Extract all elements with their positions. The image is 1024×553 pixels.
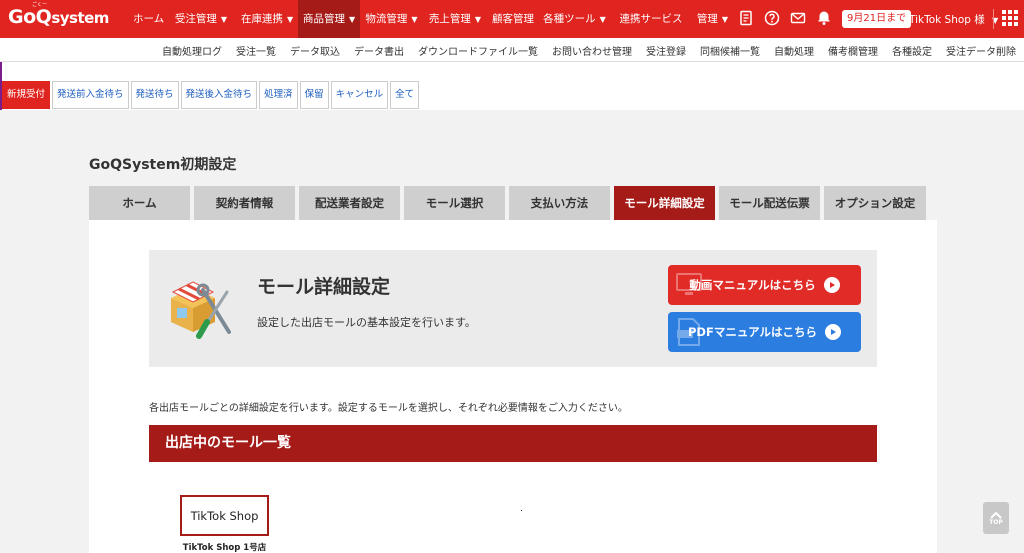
hero-panel: モール詳細設定 設定した出店モールの基本設定を行います。 動画マニュアルはこちら…	[149, 250, 877, 367]
chevron-up-icon	[990, 511, 1002, 519]
status-tab[interactable]: 全て	[390, 81, 420, 109]
status-tab[interactable]: 発送待ち	[130, 81, 179, 109]
mall-card-tiktok[interactable]: TikTok Shop	[180, 495, 269, 536]
sub-nav-item[interactable]: データ書出	[354, 43, 404, 58]
trial-date-badge: 9月21日まで	[842, 10, 912, 28]
settings-tab[interactable]: 支払い方法	[509, 186, 610, 220]
main-nav: ホーム 受注管理 ▼ 在庫連携 ▼ 商品管理 ▼ 物流管理 ▼ 売上管理 ▼ 顧客管理 各種ツール ▼ 連携…	[128, 0, 734, 38]
account-menu[interactable]: TikTok Shop 様 ▼	[909, 12, 998, 27]
sub-nav-item[interactable]: 受注一覧	[236, 43, 276, 58]
page-title: GoQSystem初期設定	[89, 157, 237, 173]
chevron-down-icon: ▼	[287, 15, 294, 24]
pdf-manual-button[interactable]: PDFマニュアルはこちら	[668, 312, 861, 352]
sub-nav-item[interactable]: 同梱候補一覧	[700, 43, 760, 58]
video-manual-button[interactable]: 動画マニュアルはこちら	[668, 265, 861, 305]
chevron-down-icon: ▼	[599, 15, 606, 24]
sub-nav-item[interactable]: データ取込	[290, 43, 340, 58]
sub-nav-item[interactable]: 自動処理	[774, 43, 814, 58]
settings-tab[interactable]: モール詳細設定	[614, 186, 715, 220]
settings-tab[interactable]: 配送業者設定	[299, 186, 400, 220]
account-name: TikTok Shop 様	[909, 14, 985, 26]
logo-text: GoQ	[8, 6, 52, 28]
hero-title: モール詳細設定	[257, 276, 391, 298]
settings-tab[interactable]: モール配送伝票	[719, 186, 820, 220]
status-tab[interactable]: 発送後入金待ち	[180, 81, 258, 109]
nav-item[interactable]: 物流管理 ▼	[360, 0, 423, 38]
settings-tab[interactable]: モール選択	[404, 186, 505, 220]
sub-nav: 自動処理ログ 受注一覧 データ取込 データ書出 ダウンロードファイル一覧 お問い合わせ管理…	[0, 38, 1024, 62]
sub-nav-list: 自動処理ログ 受注一覧 データ取込 データ書出 ダウンロードファイル一覧 お問い合わせ管理…	[162, 43, 1016, 58]
nav-item[interactable]: 在庫連携 ▼	[236, 0, 298, 38]
mail-icon[interactable]	[790, 10, 806, 26]
nav-item-label: 物流管理	[365, 13, 408, 25]
sub-nav-item[interactable]: 受注登録	[646, 43, 686, 58]
top-icons	[738, 10, 832, 26]
scroll-top-button[interactable]: TOP	[983, 502, 1009, 534]
sub-nav-item[interactable]: ダウンロードファイル一覧	[418, 43, 538, 58]
scroll-top-label: TOP	[989, 518, 1003, 526]
chevron-down-icon: ▼	[411, 15, 418, 24]
status-tab[interactable]: 発送前入金待ち	[52, 81, 129, 109]
sub-nav-item[interactable]: お問い合わせ管理	[552, 43, 632, 58]
play-icon	[823, 277, 840, 293]
nav-item-label: 売上管理	[428, 13, 471, 25]
status-tab[interactable]: 保留	[299, 81, 329, 109]
receipt-icon[interactable]	[738, 10, 754, 26]
settings-tab[interactable]: オプション設定	[824, 186, 926, 220]
chevron-down-icon: ▼	[474, 15, 482, 24]
video-manual-label: 動画マニュアルはこちら	[689, 278, 816, 292]
nav-item-label: ホーム	[133, 13, 165, 25]
monitor-icon	[676, 273, 702, 295]
nav-item[interactable]: 連携サービス	[611, 0, 691, 38]
status-tab[interactable]: 処理済	[259, 81, 298, 109]
settings-tab[interactable]: 契約者情報	[194, 186, 295, 220]
sub-nav-item[interactable]: 受注データ削除	[946, 43, 1016, 58]
help-icon[interactable]	[764, 10, 780, 26]
nav-item[interactable]: 管理 ▼	[691, 0, 734, 38]
status-tab[interactable]: キャンセル	[330, 81, 389, 109]
play-icon	[824, 324, 841, 340]
nav-item-label: 管理	[696, 13, 718, 25]
nav-item[interactable]: 顧客管理	[487, 0, 538, 38]
apps-grid-icon[interactable]	[1002, 10, 1018, 26]
pdf-file-icon	[677, 318, 700, 346]
hero-description: 設定した出店モールの基本設定を行います。	[257, 316, 476, 329]
nav-item-label: 顧客管理	[492, 13, 534, 25]
nav-item[interactable]: ホーム	[128, 0, 166, 38]
nav-item[interactable]: 受注管理 ▼	[166, 0, 236, 38]
mall-caption: TikTok Shop 1号店	[182, 543, 267, 553]
logo-suffix: system	[51, 9, 109, 27]
mall-list-header: 出店中のモール一覧	[149, 425, 877, 462]
bell-icon[interactable]	[816, 10, 832, 26]
sub-nav-item[interactable]: 各種設定	[892, 43, 932, 58]
intro-text: 各出店モールごとの詳細設定を行います。設定するモールを選択し、それぞれ必要情報を…	[149, 403, 628, 414]
nav-item[interactable]: 各種ツール ▼	[538, 0, 611, 38]
chevron-down-icon: ▼	[349, 15, 356, 24]
settings-tabs: ホーム 契約者情報 配送業者設定 モール選択 支払い方法 モール詳細設定 モール配送伝票 オプ…	[89, 186, 926, 220]
sub-nav-item[interactable]: 備考欄管理	[828, 43, 878, 58]
mall-card-label: TikTok Shop	[190, 508, 259, 523]
goq-logo[interactable]: GoQsystem	[8, 6, 109, 28]
nav-item-label: 各種ツール	[543, 13, 596, 25]
logo-ruby: ごくー	[32, 2, 48, 8]
top-bar: GoQsystem ごくー ホーム 受注管理 ▼ 在庫連携 ▼ 商品管理 ▼ 物流管理 ▼ 売上管…	[0, 0, 1024, 38]
nav-item-label: 在庫連携	[241, 13, 283, 25]
settings-tab[interactable]: ホーム	[89, 186, 190, 220]
nav-item-label: 連携サービス	[619, 13, 683, 25]
chevron-down-icon: ▼	[721, 15, 729, 24]
nav-item[interactable]: 売上管理 ▼	[423, 0, 487, 38]
nav-item[interactable]: 商品管理 ▼	[298, 0, 360, 38]
stray-dot	[521, 510, 522, 511]
order-status-tabs: 新規受付 発送前入金待ち 発送待ち 発送後入金待ち 処理済 保留 キャンセル 全て	[2, 81, 420, 109]
pdf-manual-label: PDFマニュアルはこちら	[688, 325, 817, 339]
nav-item-label: 商品管理	[303, 13, 345, 25]
nav-item-label: 受注管理	[174, 13, 217, 25]
shop-tools-icon	[163, 270, 233, 340]
chevron-down-icon: ▼	[220, 15, 228, 24]
divider	[993, 9, 994, 29]
sub-nav-item[interactable]: 自動処理ログ	[162, 43, 222, 58]
status-tab[interactable]: 新規受付	[2, 81, 51, 109]
